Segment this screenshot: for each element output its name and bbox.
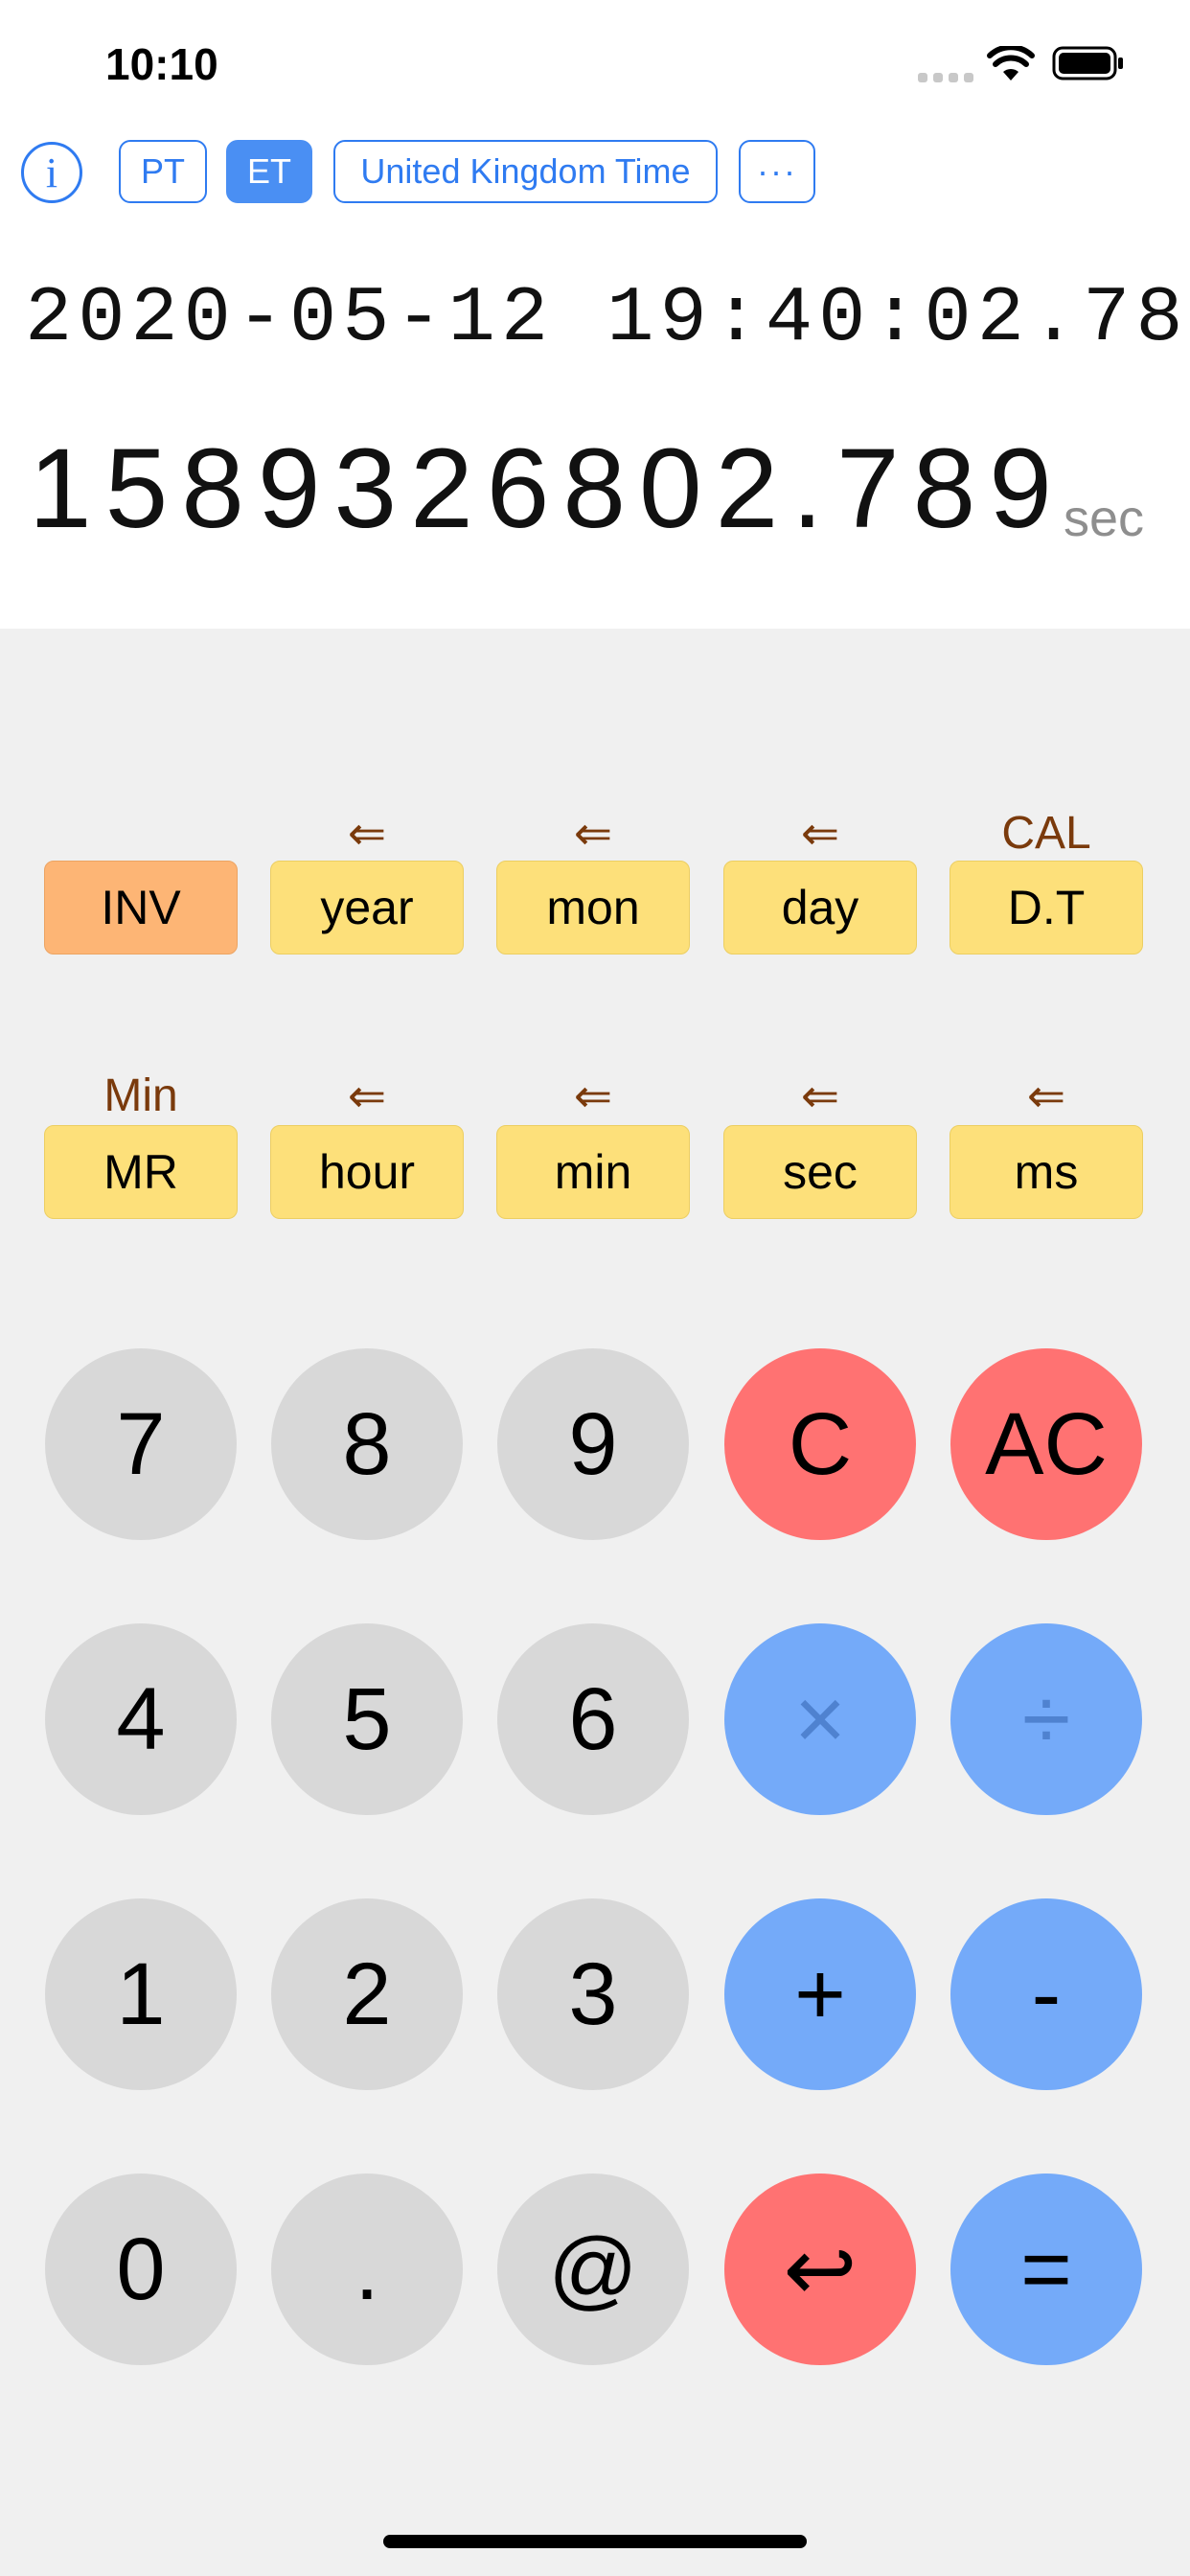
minus-button[interactable]: -	[950, 1898, 1142, 2090]
digit-3-button[interactable]: 3	[497, 1898, 689, 2090]
datetime-display: 2020-05-12 19:40:02.789	[25, 274, 1190, 363]
day-shift-label: ⇐	[800, 809, 840, 860]
decimal-point-button[interactable]: .	[271, 2174, 463, 2365]
hour-shift-label: ⇐	[347, 1071, 387, 1122]
all-clear-button[interactable]: AC	[950, 1348, 1142, 1540]
digit-1-button[interactable]: 1	[45, 1898, 237, 2090]
equals-button[interactable]: =	[950, 2174, 1142, 2365]
digit-0-button[interactable]: 0	[45, 2174, 237, 2365]
timezone-uk-button[interactable]: United Kingdom Time	[333, 140, 718, 203]
home-indicator[interactable]	[383, 2535, 807, 2548]
clear-button[interactable]: C	[724, 1348, 916, 1540]
digit-5-button[interactable]: 5	[271, 1623, 463, 1815]
day-button[interactable]: day	[723, 861, 917, 954]
digit-8-button[interactable]: 8	[271, 1348, 463, 1540]
info-icon[interactable]: i	[21, 142, 82, 203]
ms-button[interactable]: ms	[950, 1125, 1143, 1219]
year-shift-label: ⇐	[347, 809, 387, 860]
min-shift-label: ⇐	[573, 1071, 613, 1122]
wifi-icon	[987, 46, 1035, 80]
more-timezones-button[interactable]: ···	[739, 140, 815, 203]
datetime-button[interactable]: D.T	[950, 861, 1143, 954]
return-arrow-icon[interactable]: ↩	[724, 2174, 916, 2365]
plus-button[interactable]: +	[724, 1898, 916, 2090]
timezone-pt-button[interactable]: PT	[119, 140, 207, 203]
status-time: 10:10	[105, 39, 218, 89]
battery-icon	[1052, 46, 1123, 80]
at-button[interactable]: @	[497, 2174, 689, 2365]
inv-button[interactable]: INV	[44, 861, 238, 954]
sec-shift-label: ⇐	[800, 1071, 840, 1122]
digit-9-button[interactable]: 9	[497, 1348, 689, 1540]
digit-7-button[interactable]: 7	[45, 1348, 237, 1540]
epoch-seconds-display: 1589326802.789	[29, 426, 1065, 552]
year-button[interactable]: year	[270, 861, 464, 954]
cal-alt-label: CAL	[1001, 808, 1091, 859]
digit-2-button[interactable]: 2	[271, 1898, 463, 2090]
memory-recall-button[interactable]: MR	[44, 1125, 238, 1219]
hour-button[interactable]: hour	[270, 1125, 464, 1219]
mon-button[interactable]: mon	[496, 861, 690, 954]
mon-shift-label: ⇐	[573, 809, 613, 860]
min-alt-label: Min	[103, 1070, 178, 1121]
digit-6-button[interactable]: 6	[497, 1623, 689, 1815]
cellular-signal-icon	[918, 73, 975, 82]
sec-button[interactable]: sec	[723, 1125, 917, 1219]
divide-button[interactable]: ÷	[950, 1623, 1142, 1815]
min-button[interactable]: min	[496, 1125, 690, 1219]
epoch-unit-label: sec	[1064, 490, 1145, 547]
ms-shift-label: ⇐	[1026, 1071, 1066, 1122]
multiply-button[interactable]: ×	[724, 1623, 916, 1815]
timezone-et-button[interactable]: ET	[226, 140, 312, 203]
digit-4-button[interactable]: 4	[45, 1623, 237, 1815]
